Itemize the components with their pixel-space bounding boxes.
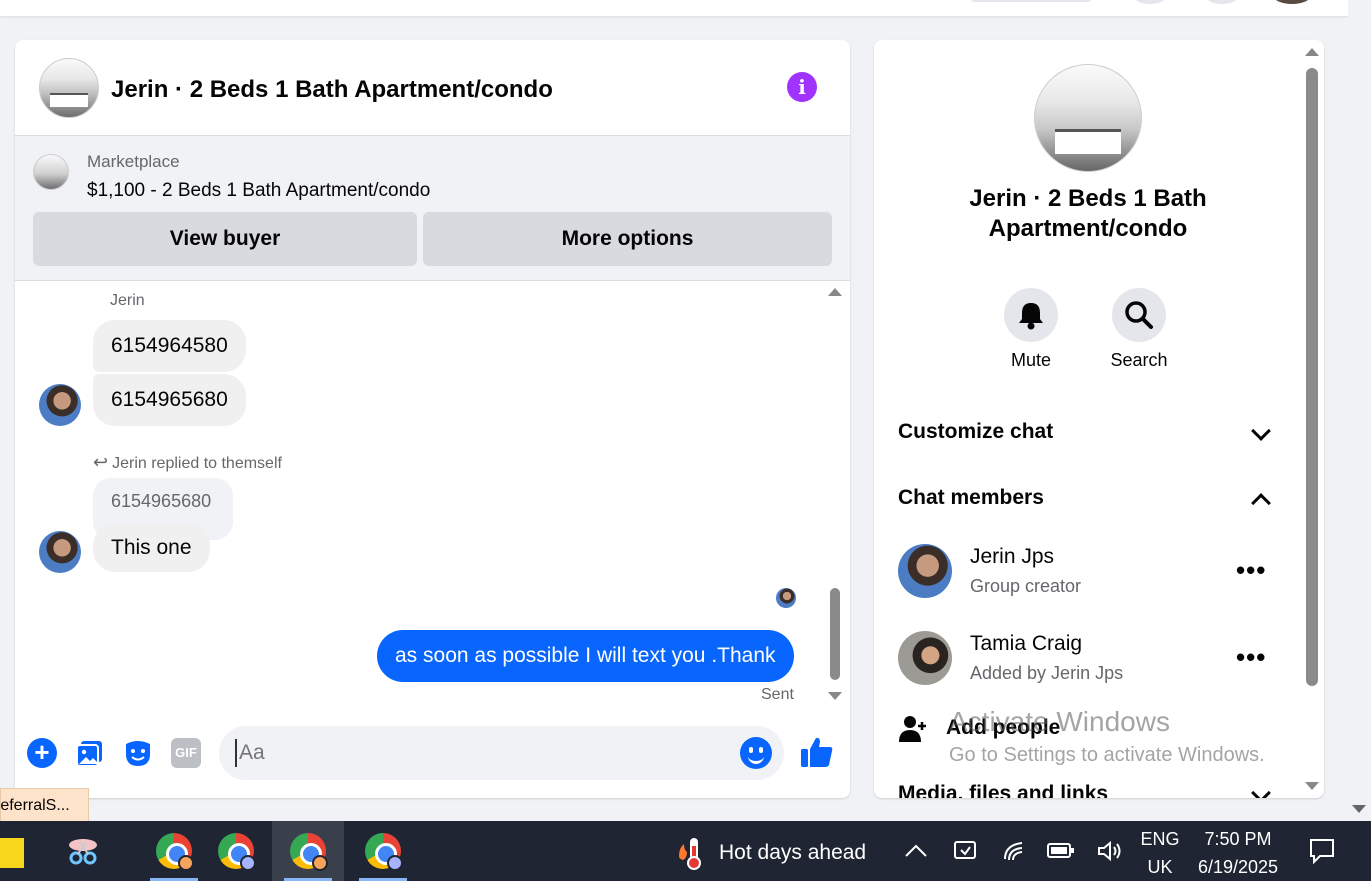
info-icon[interactable]: i <box>787 72 817 102</box>
chrome-icon <box>290 833 328 871</box>
chevron-down-icon[interactable] <box>1251 421 1271 441</box>
member-name[interactable]: Jerin Jps <box>970 545 1054 569</box>
image-icon[interactable] <box>75 738 105 768</box>
seen-indicator-avatar <box>776 588 796 608</box>
my-message-bubble[interactable]: as soon as possible I will text you .Tha… <box>377 630 794 682</box>
conversation-details-panel: Jerin · 2 Beds 1 Bath Apartment/condo Mu… <box>874 40 1324 798</box>
sender-name: Jerin <box>110 292 145 309</box>
top-navigation-bar <box>0 0 1348 16</box>
message-composer: + GIF <box>15 726 850 782</box>
profile-avatar[interactable] <box>1272 0 1312 4</box>
gif-icon[interactable]: GIF <box>171 738 201 768</box>
listing-price[interactable]: $1,100 - 2 Beds 1 Bath Apartment/condo <box>87 180 430 202</box>
more-options-icon[interactable]: ••• <box>1236 644 1266 670</box>
nav-messenger-button[interactable] <box>1204 0 1240 4</box>
scroll-up-arrow-icon[interactable] <box>1305 48 1319 56</box>
chat-panel: Jerin · 2 Beds 1 Bath Apartment/condo i … <box>15 40 850 798</box>
add-person-icon[interactable] <box>898 714 928 744</box>
taskbar-chrome-2[interactable] <box>200 821 272 881</box>
marketplace-label: Marketplace <box>87 152 180 171</box>
chrome-icon <box>218 833 256 871</box>
mute-label: Mute <box>1010 350 1052 370</box>
clock-time[interactable]: 7:50 PM <box>1190 829 1286 850</box>
volume-icon[interactable] <box>1096 839 1124 863</box>
customize-chat-section[interactable]: Customize chat <box>898 420 1053 444</box>
meet-now-icon[interactable] <box>952 839 978 863</box>
sticky-notes-icon[interactable] <box>0 838 24 868</box>
chat-header: Jerin · 2 Beds 1 Bath Apartment/condo i <box>15 40 850 136</box>
clock-date[interactable]: 6/19/2025 <box>1190 857 1286 878</box>
member-role: Added by Jerin Jps <box>970 663 1124 683</box>
listing-photo[interactable] <box>39 58 99 118</box>
bell-icon <box>1019 303 1043 330</box>
details-scrollbar[interactable] <box>1306 68 1318 686</box>
thumbs-up-icon[interactable] <box>799 734 835 770</box>
sticker-icon[interactable] <box>123 738 153 768</box>
member-avatar[interactable] <box>898 544 952 598</box>
mute-button[interactable] <box>1004 288 1058 342</box>
reply-arrow-icon: ↩ <box>93 452 109 472</box>
taskbar-chrome-4[interactable] <box>347 821 419 881</box>
conversation-photo[interactable] <box>1034 64 1142 172</box>
keyboard-layout[interactable]: UK <box>1136 857 1184 878</box>
wifi-icon[interactable] <box>1002 839 1028 863</box>
chat-members-section[interactable]: Chat members <box>898 486 1044 510</box>
nav-search-pill[interactable] <box>970 0 1092 2</box>
chevron-down-icon[interactable] <box>1251 783 1271 798</box>
window-tooltip[interactable]: referralS... <box>0 788 89 822</box>
more-options-icon[interactable]: ••• <box>1236 557 1266 583</box>
emoji-icon[interactable] <box>740 737 772 769</box>
nav-menu-button[interactable] <box>1132 0 1168 4</box>
notification-icon[interactable] <box>1308 837 1336 865</box>
reply-note: ↩ Jerin replied to themself <box>93 452 282 473</box>
chevron-up-icon[interactable] <box>902 841 930 861</box>
language-indicator[interactable]: ENG <box>1136 829 1184 850</box>
reply-note-text: Jerin replied to themself <box>112 455 282 472</box>
message-bubble[interactable]: This one <box>93 524 210 572</box>
sender-avatar[interactable] <box>39 384 81 426</box>
search-icon <box>1125 301 1153 329</box>
view-buyer-button[interactable]: View buyer <box>33 212 417 266</box>
battery-icon[interactable] <box>1046 841 1076 861</box>
taskbar-chrome-3[interactable] <box>272 821 344 881</box>
message-bubble[interactable]: 6154965680 <box>93 374 246 426</box>
listing-thumbnail <box>33 154 69 190</box>
message-input-wrapper <box>219 726 784 780</box>
scroll-down-arrow-icon[interactable] <box>1352 805 1366 813</box>
chevron-up-icon[interactable] <box>1251 493 1271 513</box>
member-role: Group creator <box>970 576 1082 596</box>
sender-avatar[interactable] <box>39 531 81 573</box>
conversation-title: Jerin · 2 Beds 1 Bath Apartment/condo <box>969 185 1207 242</box>
search-label: Search <box>1110 350 1168 370</box>
marketplace-banner: Marketplace $1,100 - 2 Beds 1 Bath Apart… <box>15 136 850 281</box>
message-input[interactable] <box>235 739 715 767</box>
window-scrollbar[interactable] <box>1348 0 1371 820</box>
chrome-icon <box>156 833 194 871</box>
member-name[interactable]: Tamia Craig <box>970 632 1082 656</box>
message-scrollbar[interactable] <box>830 588 840 680</box>
thermometer-icon[interactable] <box>676 836 706 870</box>
add-people-button[interactable]: Add people <box>946 716 1060 740</box>
snipping-tool-icon[interactable] <box>66 836 100 866</box>
more-options-button[interactable]: More options <box>423 212 832 266</box>
chat-title[interactable]: Jerin · 2 Beds 1 Bath Apartment/condo <box>111 76 553 104</box>
message-list: Jerin 6154964580 6154965680 ↩ Jerin repli… <box>15 282 850 712</box>
weather-text[interactable]: Hot days ahead <box>719 841 866 865</box>
search-button[interactable] <box>1112 288 1166 342</box>
scroll-up-arrow-icon[interactable] <box>828 288 842 296</box>
message-status: Sent <box>761 686 794 703</box>
plus-icon[interactable]: + <box>27 738 57 768</box>
message-bubble[interactable]: 6154964580 <box>93 320 246 372</box>
chrome-icon <box>365 833 403 871</box>
member-avatar[interactable] <box>898 631 952 685</box>
media-files-links-section[interactable]: Media, files and links <box>898 782 1108 798</box>
scroll-down-arrow-icon[interactable] <box>828 692 842 700</box>
scroll-down-arrow-icon[interactable] <box>1305 782 1319 790</box>
